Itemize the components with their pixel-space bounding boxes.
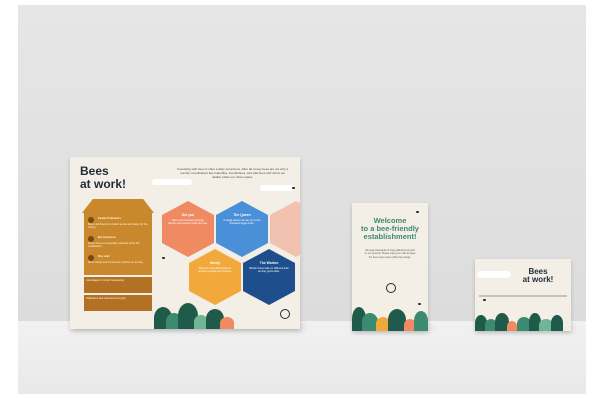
card-body-text: We keep thousands of busy pollinators at… [364, 249, 416, 259]
floor [18, 321, 586, 394]
divider [479, 295, 567, 297]
hex-text: A single queen can lay up to two thousan… [223, 219, 261, 225]
hex-text: Bees fly many kilometres to produce a si… [198, 267, 232, 273]
bee-icon [416, 211, 419, 213]
hive-info-row: Garden Pollinators Bees visit flowers to… [88, 217, 148, 233]
beehive-illustration: Garden Pollinators Bees visit flowers to… [84, 213, 152, 275]
card-title-line-3: establishment! [363, 231, 417, 241]
intro-text: Coexisting with bees is often a daily oc… [176, 167, 289, 180]
info-strip: Pollinators and natural food supply [84, 295, 152, 311]
hive-row-text: Move slowly and let the bee continue on … [88, 261, 144, 264]
hex-heading: The Queen [233, 213, 251, 217]
cloud-decoration [260, 185, 294, 191]
cloud-decoration [152, 179, 192, 185]
info-strip: Advantages of urban beekeeping [84, 277, 152, 293]
brand-logo [280, 309, 290, 319]
hive-row-heading: Garden Pollinators [97, 217, 121, 220]
bee-icon [292, 187, 295, 189]
small-poster-title: Bees at work! [513, 267, 563, 285]
flower-shape [507, 321, 517, 331]
hive-roof [82, 199, 154, 213]
cloud-decoration [477, 271, 511, 278]
fact-hexagon: Honey Bees fly many kilometres to produc… [189, 249, 241, 305]
hive-row-heading: Bee behaviour [97, 236, 116, 239]
hex-heading: Honey [209, 261, 221, 265]
small-title-line-2: at work! [522, 275, 554, 285]
hex-heading: The Worker [259, 261, 279, 265]
fact-hexagon: Did you Bees communicate through dances … [162, 201, 214, 257]
hive-info-row: Bee behaviour Honey bees are generally p… [88, 236, 148, 252]
bee-icon [162, 257, 165, 259]
title-line-2: at work! [80, 176, 127, 191]
hive-row-text: Honey bees are generally peaceful when l… [88, 242, 140, 249]
leaf-shape [414, 311, 428, 331]
bee-icon [483, 299, 486, 301]
mockup-scene: Bees at work! Coexisting with bees is of… [18, 5, 586, 394]
hex-heading: Did you [181, 213, 195, 217]
big-poster: Bees at work! Coexisting with bees is of… [70, 157, 300, 329]
welcome-card: Welcome to a bee-friendly establishment!… [352, 203, 428, 331]
hive-info-row: Stay calm Move slowly and let the bee co… [88, 255, 148, 271]
leaf-shape [551, 315, 563, 331]
brand-logo [386, 283, 396, 293]
fact-hexagon: The Queen A single queen can lay up to t… [216, 201, 268, 257]
flower-shape [220, 317, 234, 329]
hex-text: Bees communicate through dances and scen… [168, 219, 208, 225]
small-poster: Bees at work! [475, 259, 571, 331]
card-title: Welcome to a bee-friendly establishment! [352, 217, 428, 241]
hive-row-text: Bees visit flowers to collect nectar and… [88, 223, 148, 230]
hex-text: Worker bees take on different jobs as th… [249, 267, 289, 273]
title-line-1: Bees [80, 164, 109, 178]
hive-row-heading: Stay calm [97, 255, 110, 258]
plants-illustration [475, 311, 571, 331]
fact-hexagon: The Worker Worker bees take on different… [243, 249, 295, 305]
plants-illustration [352, 301, 428, 331]
big-poster-title: Bees at work! [80, 165, 126, 190]
decorative-hexagon [270, 201, 300, 257]
plants-illustration [154, 303, 264, 329]
